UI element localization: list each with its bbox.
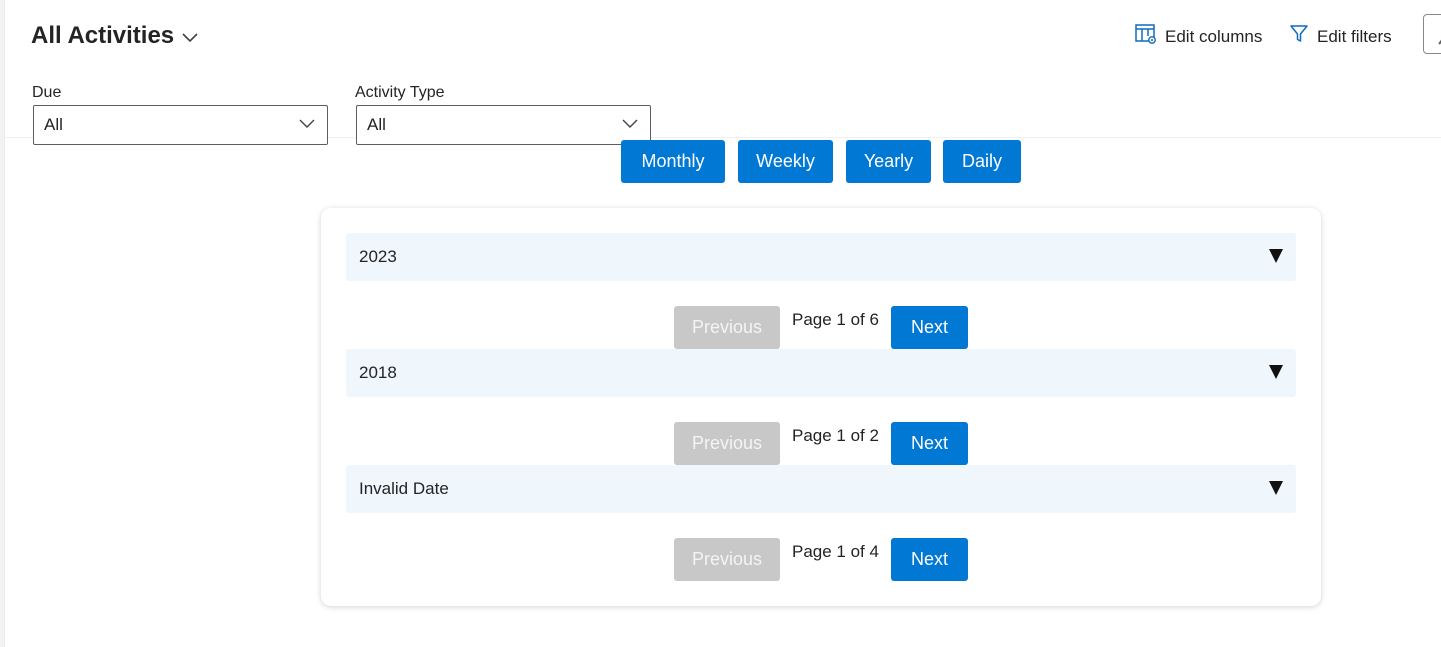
- view-selector[interactable]: All Activities: [31, 22, 198, 50]
- group-label: Invalid Date: [359, 479, 449, 498]
- due-filter-value: All: [44, 115, 63, 134]
- edit-filters-button[interactable]: Edit filters: [1289, 24, 1392, 49]
- page-indicator: Page 1 of 6: [792, 310, 879, 329]
- caret-down-icon[interactable]: [1269, 365, 1283, 379]
- funnel-icon: [1289, 24, 1309, 49]
- due-filter-label: Due: [32, 84, 62, 101]
- chevron-down-icon: [622, 119, 638, 128]
- chevron-down-icon: [182, 22, 198, 50]
- daily-button[interactable]: Daily: [943, 140, 1021, 183]
- page-indicator: Page 1 of 2: [792, 426, 879, 445]
- monthly-button[interactable]: Monthly: [621, 140, 725, 183]
- main-content: All Activities Edit columns Edit filters: [4, 0, 1441, 647]
- view-title: All Activities: [31, 22, 175, 49]
- group-header-invalid-date[interactable]: Invalid Date: [346, 465, 1296, 513]
- group-header-2018[interactable]: 2018: [346, 349, 1296, 397]
- group-header-2023[interactable]: 2023: [346, 233, 1296, 281]
- previous-page-button[interactable]: Previous: [674, 422, 780, 465]
- edit-columns-label: Edit columns: [1165, 26, 1263, 46]
- previous-page-button[interactable]: Previous: [674, 538, 780, 581]
- activities-grouped-card: 2023 Previous Page 1 of 6 Next 2018 Prev…: [321, 208, 1321, 606]
- edit-filters-label: Edit filters: [1317, 26, 1392, 46]
- weekly-button[interactable]: Weekly: [738, 140, 833, 183]
- next-page-button[interactable]: Next: [891, 538, 968, 581]
- due-filter-select[interactable]: All: [33, 105, 328, 145]
- activity-type-filter-select[interactable]: All: [356, 105, 651, 145]
- next-page-button[interactable]: Next: [891, 306, 968, 349]
- more-commands-button[interactable]: [1423, 14, 1441, 54]
- previous-page-button[interactable]: Previous: [674, 306, 780, 349]
- chevron-down-icon: [299, 119, 315, 128]
- activity-type-filter-label: Activity Type: [355, 84, 445, 101]
- group-label: 2023: [359, 247, 397, 266]
- group-label: 2018: [359, 363, 397, 382]
- page-indicator: Page 1 of 4: [792, 542, 879, 561]
- yearly-button[interactable]: Yearly: [846, 140, 931, 183]
- caret-down-icon[interactable]: [1269, 249, 1283, 263]
- edit-columns-icon: [1135, 24, 1157, 49]
- edit-columns-button[interactable]: Edit columns: [1135, 24, 1262, 49]
- caret-down-icon[interactable]: [1269, 481, 1283, 495]
- activity-type-filter-value: All: [367, 115, 386, 134]
- next-page-button[interactable]: Next: [891, 422, 968, 465]
